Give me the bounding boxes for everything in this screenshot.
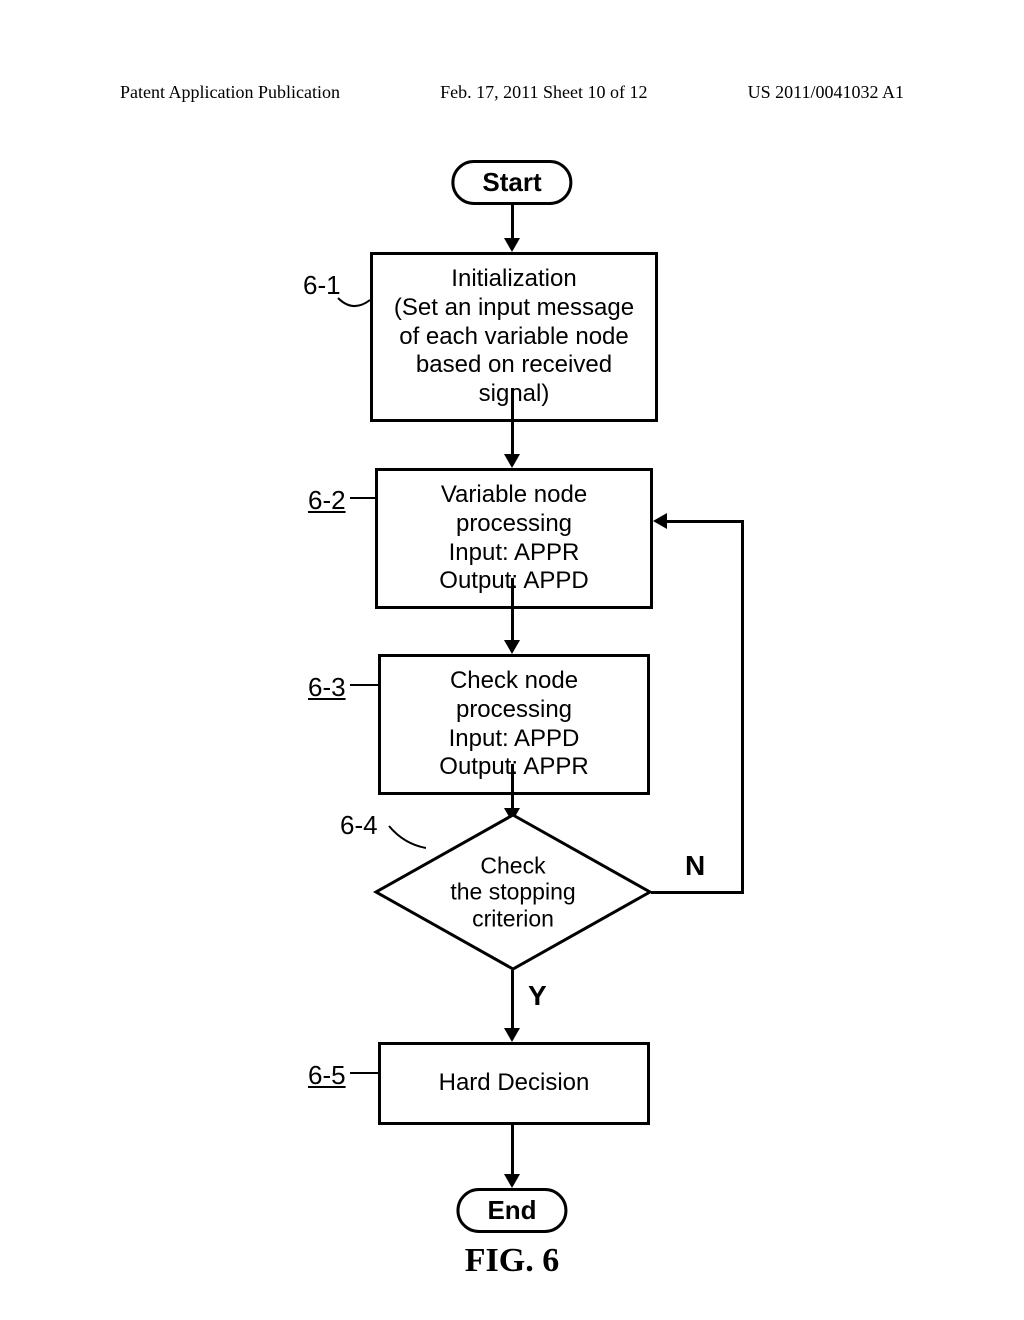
arrow-hard-to-end xyxy=(511,1122,514,1176)
arrow-varnode-to-checknode xyxy=(511,578,514,642)
init-line1: Initialization xyxy=(387,265,641,294)
step-4-label: 6-4 xyxy=(340,810,378,841)
step-2-label: 6-2 xyxy=(308,485,346,516)
page-header: Patent Application Publication Feb. 17, … xyxy=(0,82,1024,103)
start-terminal: Start xyxy=(451,160,572,205)
decision-line3: criterion xyxy=(423,905,603,931)
label-connector-5 xyxy=(348,1065,380,1085)
end-label: End xyxy=(487,1195,536,1225)
header-publication: Patent Application Publication xyxy=(120,82,340,103)
decision-line2: the stopping xyxy=(423,879,603,905)
yes-branch-label: Y xyxy=(528,980,547,1012)
no-line-back xyxy=(665,520,744,523)
init-line3: of each variable node xyxy=(387,323,641,352)
label-connector-4 xyxy=(386,822,426,850)
start-label: Start xyxy=(482,167,541,197)
initialization-step: Initialization (Set an input message of … xyxy=(370,252,658,422)
arrowhead xyxy=(504,1028,520,1042)
step-3-label: 6-3 xyxy=(308,672,346,703)
header-patent-number: US 2011/0041032 A1 xyxy=(748,82,904,103)
decision-text: Check the stopping criterion xyxy=(423,852,603,931)
header-date-sheet: Feb. 17, 2011 Sheet 10 of 12 xyxy=(440,82,647,103)
arrowhead-no-loop xyxy=(653,513,667,529)
arrow-checknode-to-decision xyxy=(511,764,514,810)
varnode-line1: Variable node processing xyxy=(392,481,636,539)
decision-line1: Check xyxy=(423,852,603,878)
no-branch-label: N xyxy=(685,850,705,882)
label-connector-1 xyxy=(333,285,373,315)
no-line-vertical xyxy=(741,522,744,894)
checknode-line2: Input: APPD xyxy=(395,725,633,754)
init-line2: (Set an input message xyxy=(387,294,641,323)
label-connector-2 xyxy=(348,490,378,510)
checknode-line3: Output: APPR xyxy=(395,753,633,782)
arrowhead xyxy=(504,640,520,654)
no-line-horizontal xyxy=(651,891,744,894)
figure-caption: FIG. 6 xyxy=(465,1242,559,1280)
variable-node-step: Variable node processing Input: APPR Out… xyxy=(375,468,653,609)
arrow-init-to-varnode xyxy=(511,388,514,456)
arrowhead xyxy=(504,1174,520,1188)
init-line4: based on received signal) xyxy=(387,351,641,409)
check-node-step: Check node processing Input: APPD Output… xyxy=(378,654,650,795)
step-5-label: 6-5 xyxy=(308,1060,346,1091)
checknode-line1: Check node processing xyxy=(395,667,633,725)
end-terminal: End xyxy=(456,1188,567,1233)
arrow-decision-to-hard xyxy=(511,970,514,1030)
flowchart-diagram: Start Initialization (Set an input messa… xyxy=(0,150,1024,1250)
hard-decision-text: Hard Decision xyxy=(439,1069,590,1096)
label-connector-3 xyxy=(348,677,380,697)
arrow-start-to-init xyxy=(511,202,514,240)
arrowhead xyxy=(504,454,520,468)
hard-decision-step: Hard Decision xyxy=(378,1042,650,1125)
varnode-line2: Input: APPR xyxy=(392,539,636,568)
arrowhead xyxy=(504,238,520,252)
varnode-line3: Output: APPD xyxy=(392,567,636,596)
